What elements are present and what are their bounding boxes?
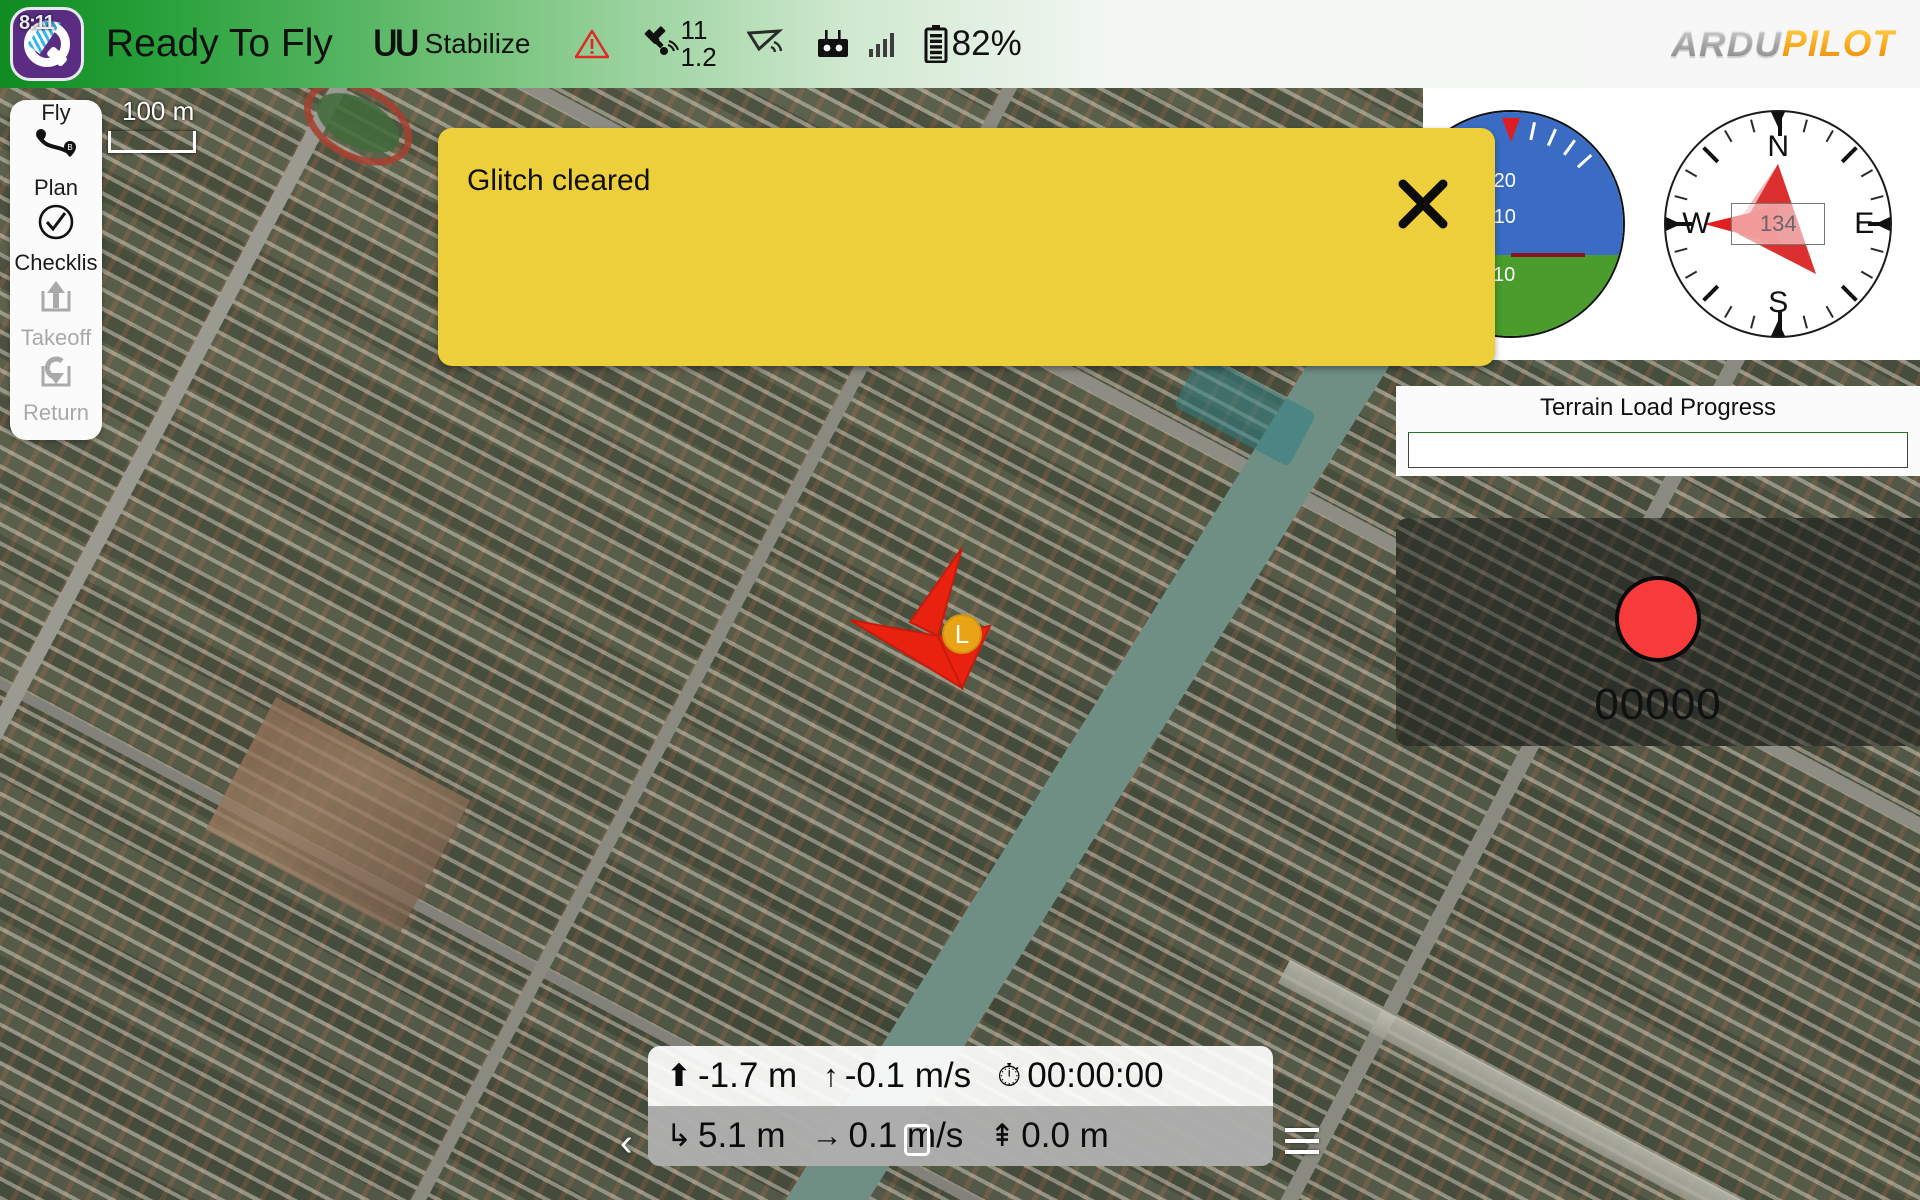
attitude-horizon-marker — [1510, 253, 1585, 258]
instrument-panel: 20 10 -10 N E S W 134 — [1396, 88, 1920, 360]
alert-message: Glitch cleared — [467, 164, 651, 197]
compass-pointer-west — [1666, 217, 1682, 231]
telemetry-flight-time: ⏱ 00:00:00 — [997, 1056, 1163, 1096]
compass-pointer-south — [1771, 321, 1786, 336]
compass-indicator[interactable]: N E S W 134 — [1664, 110, 1893, 338]
hamburger-menu-icon[interactable] — [1285, 1128, 1319, 1161]
gps-satellite-count: 11 — [680, 14, 708, 45]
toolstrip-item-fly[interactable]: Fly B — [10, 100, 102, 172]
waypoint-path-icon: B — [28, 126, 84, 168]
terrain-progress-title: Terrain Load Progress — [1539, 394, 1777, 421]
svg-text:B: B — [67, 143, 72, 152]
telemetry-value: 0.0 m — [1021, 1116, 1109, 1155]
toolstrip-item-label: Plan — [33, 175, 79, 200]
telemetry-row-secondary: ↳ 5.1 m → 0.1 m/s ⇞ 0.0 m — [648, 1106, 1273, 1166]
compass-cardinal-south: S — [1768, 286, 1789, 319]
map-highway — [1277, 960, 1920, 1200]
rc-controller-icon[interactable] — [815, 29, 851, 59]
compass-cardinal-east: E — [1854, 207, 1875, 240]
compass-pointer-east — [1875, 217, 1891, 231]
telemetry-horizontal-distance: ⇞ 0.0 m — [989, 1116, 1109, 1156]
status-clock: 8:11 — [19, 12, 55, 34]
vehicle-heading-arrow[interactable]: L — [849, 547, 1020, 698]
flight-mode-icon: ՍՍ — [372, 25, 420, 63]
terrain-load-progress-panel: Terrain Load Progress — [1396, 386, 1920, 476]
toolstrip-item-label: Checklis — [14, 250, 98, 275]
close-x-icon[interactable] — [1395, 176, 1451, 232]
signal-bars-icon[interactable] — [868, 31, 894, 57]
telemetry-climb-rate: ↑ -0.1 m/s — [823, 1056, 971, 1096]
telemetry-value: -1.7 m — [697, 1056, 798, 1095]
telemetry-row-primary: ⬆ -1.7 m ↑ -0.1 m/s ⏱ 00:00:00 — [648, 1046, 1273, 1106]
battery-percent-label: 82% — [951, 24, 1022, 63]
return-home-icon — [36, 351, 76, 393]
telemetry-value: 00:00:00 — [1027, 1056, 1164, 1095]
terrain-progress-bar — [1408, 432, 1908, 468]
map-scale-rule — [108, 131, 196, 153]
attitude-pitch-label: 20 — [1493, 170, 1516, 193]
top-toolbar: 8:11 Ready To Fly ՍՍ Stabilize 11 1.2 82… — [0, 0, 1920, 88]
vehicle-id-badge: L — [942, 614, 982, 654]
record-button[interactable] — [1615, 576, 1701, 662]
flight-mode-selector[interactable]: ՍՍ Stabilize — [373, 24, 531, 64]
warning-triangle-icon[interactable] — [574, 29, 609, 59]
attitude-pitch-label: 10 — [1493, 206, 1516, 229]
chevron-left-icon[interactable]: ‹ — [620, 1122, 633, 1165]
toolstrip-item-label: Return — [22, 400, 90, 425]
gps-hdop-value: 1.2 — [680, 42, 717, 72]
telemetry-ground-speed: → 0.1 m/s — [812, 1116, 964, 1156]
brand-ardu-text: ARDU — [1671, 23, 1783, 64]
flight-time-icon: ⏱ — [997, 1057, 1022, 1093]
toolstrip-item-label: Fly — [41, 100, 71, 125]
toolstrip-item-checklist[interactable]: Checklis — [10, 247, 102, 322]
fly-view-toolstrip: Fly B Plan Checklis Takeoff Return — [10, 100, 102, 440]
telemetry-value: -0.1 m/s — [844, 1056, 972, 1095]
compass-heading-value: 134 — [1731, 203, 1826, 245]
qgroundcontrol-logo-button[interactable]: 8:11 — [10, 7, 84, 81]
compass-pointer-north — [1771, 112, 1786, 127]
battery-icon — [924, 25, 948, 64]
video-stream-panel[interactable]: 00000 — [1396, 518, 1920, 746]
map-pond — [1173, 352, 1317, 468]
ground-speed-icon: → — [811, 1118, 843, 1153]
alert-banner: Glitch cleared — [438, 128, 1495, 366]
telemetry-distance-to-home: ↳ 5.1 m — [666, 1116, 786, 1156]
qgroundcontrol-fly-view: L 100 m 8:11 Ready To Fly ՍՍ Stabilize 1… — [0, 0, 1920, 1200]
check-circle-icon — [36, 201, 76, 243]
telemetry-altitude: ⬆ -1.7 m — [666, 1056, 797, 1096]
map-scale-bar: 100 m — [108, 96, 196, 153]
map-dirt-lot — [205, 697, 471, 933]
map-center-reticle — [904, 1124, 930, 1156]
gps-status-group[interactable]: 11 1.2 — [639, 14, 717, 72]
horizontal-distance-icon: ⇞ — [989, 1118, 1016, 1153]
brand-pilot-text: PILOT — [1782, 23, 1896, 64]
flight-mode-label: Stabilize — [424, 28, 531, 59]
toolstrip-item-return[interactable]: Return — [10, 397, 102, 430]
toolstrip-item-takeoff[interactable]: Takeoff — [10, 322, 102, 397]
altitude-icon: ⬆ — [666, 1058, 692, 1093]
takeoff-arrow-icon — [36, 276, 76, 318]
gps-satellite-icon — [639, 24, 679, 64]
toolstrip-item-label: Takeoff — [20, 325, 92, 350]
ardupilot-brand-logo: ARDUPILOT — [1671, 23, 1896, 65]
distance-to-home-icon: ↳ — [666, 1118, 692, 1153]
map-scale-label: 100 m — [122, 96, 195, 126]
toolstrip-item-plan[interactable]: Plan — [10, 172, 102, 247]
record-counter-label: 00000 — [1594, 680, 1722, 729]
compass-cardinal-north: N — [1767, 130, 1790, 163]
telemetry-value: 5.1 m — [697, 1116, 786, 1155]
flight-state-label: Ready To Fly — [106, 22, 333, 65]
telemetry-antenna-icon[interactable] — [746, 27, 789, 61]
climb-rate-icon: ↑ — [823, 1058, 839, 1093]
battery-status-group[interactable]: 82% — [924, 24, 1022, 64]
compass-cardinal-west: W — [1682, 207, 1711, 240]
attitude-roll-pointer — [1501, 118, 1520, 142]
telemetry-values-bar[interactable]: ⬆ -1.7 m ↑ -0.1 m/s ⏱ 00:00:00 ↳ 5.1 m →… — [620, 1046, 1319, 1166]
